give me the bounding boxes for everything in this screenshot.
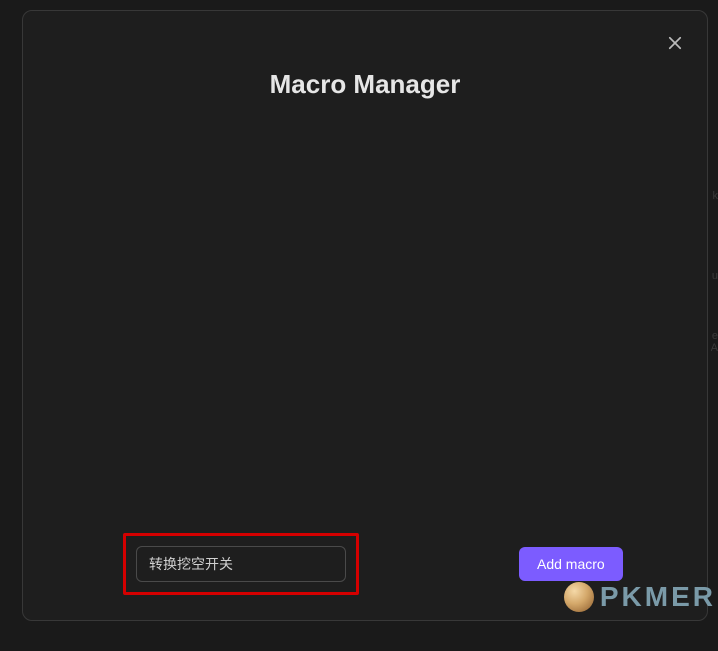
highlight-annotation bbox=[123, 533, 359, 595]
watermark: PKMER bbox=[564, 581, 716, 613]
bg-text: u bbox=[712, 270, 718, 282]
watermark-text: PKMER bbox=[600, 581, 716, 613]
close-icon bbox=[666, 34, 684, 52]
add-macro-button[interactable]: Add macro bbox=[519, 547, 623, 581]
bg-text: e bbox=[712, 330, 718, 342]
watermark-logo-icon bbox=[564, 582, 594, 612]
bottom-row: Add macro bbox=[123, 533, 637, 595]
macro-name-input[interactable] bbox=[136, 546, 346, 582]
bg-text: k bbox=[713, 190, 718, 202]
close-button[interactable] bbox=[661, 29, 689, 57]
modal-title: Macro Manager bbox=[51, 69, 679, 100]
macro-manager-modal: Macro Manager Add macro bbox=[22, 10, 708, 621]
bg-text: A bbox=[711, 342, 718, 354]
